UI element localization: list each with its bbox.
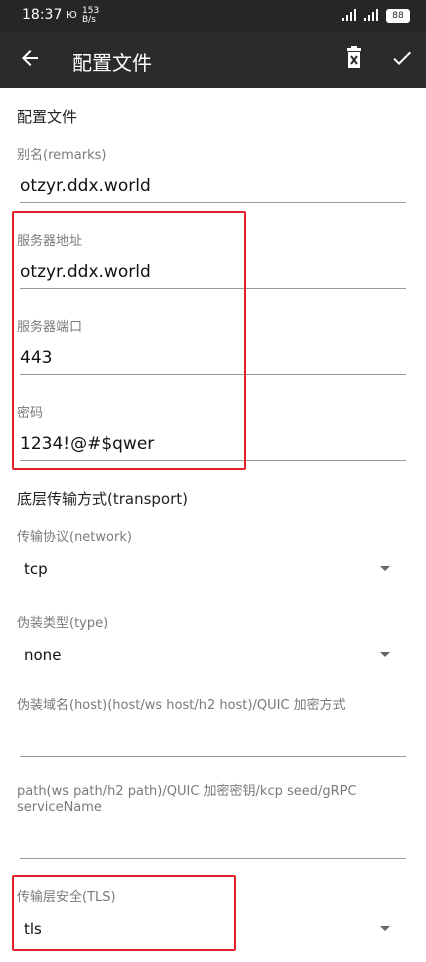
network-label: 传输协议(network) <box>17 530 132 545</box>
network-dropdown-icon[interactable] <box>380 566 390 571</box>
type-label: 伪装类型(type) <box>17 616 109 631</box>
section-title-profile: 配置文件 <box>17 108 78 126</box>
check-icon[interactable] <box>390 46 414 70</box>
path-underline <box>20 858 406 859</box>
host-label: 伪装域名(host)(host/ws host/h2 host)/QUIC 加密… <box>17 698 346 713</box>
app-bar: 配置文件 <box>0 32 426 88</box>
remarks-label: 别名(remarks) <box>17 148 107 163</box>
type-dropdown-icon[interactable] <box>380 652 390 657</box>
type-select[interactable]: none <box>24 646 61 664</box>
net-speed-unit: B/s <box>82 15 96 25</box>
status-bar: 18:37 Ю 153 B/s 88 <box>0 0 426 32</box>
back-arrow-icon[interactable] <box>18 46 42 70</box>
highlight-box-server <box>12 211 246 470</box>
remarks-input[interactable]: otzyr.ddx.world <box>20 176 151 196</box>
page-title: 配置文件 <box>72 51 152 75</box>
signal-2-icon <box>364 9 378 21</box>
delete-icon[interactable] <box>343 46 365 70</box>
path-label: path(ws path/h2 path)/QUIC 加密密钥/kcp seed… <box>17 784 357 815</box>
highlight-box-tls <box>12 875 236 951</box>
battery-level: 88 <box>392 11 404 21</box>
status-time: 18:37 <box>22 7 63 23</box>
tls-dropdown-icon[interactable] <box>380 926 390 931</box>
section-title-transport: 底层传输方式(transport) <box>17 490 189 508</box>
notification-icon: Ю <box>66 10 77 21</box>
remarks-underline <box>20 202 406 203</box>
battery-icon: 88 <box>386 9 410 23</box>
signal-1-icon <box>342 9 356 21</box>
host-underline <box>20 756 406 757</box>
network-select[interactable]: tcp <box>24 560 48 578</box>
